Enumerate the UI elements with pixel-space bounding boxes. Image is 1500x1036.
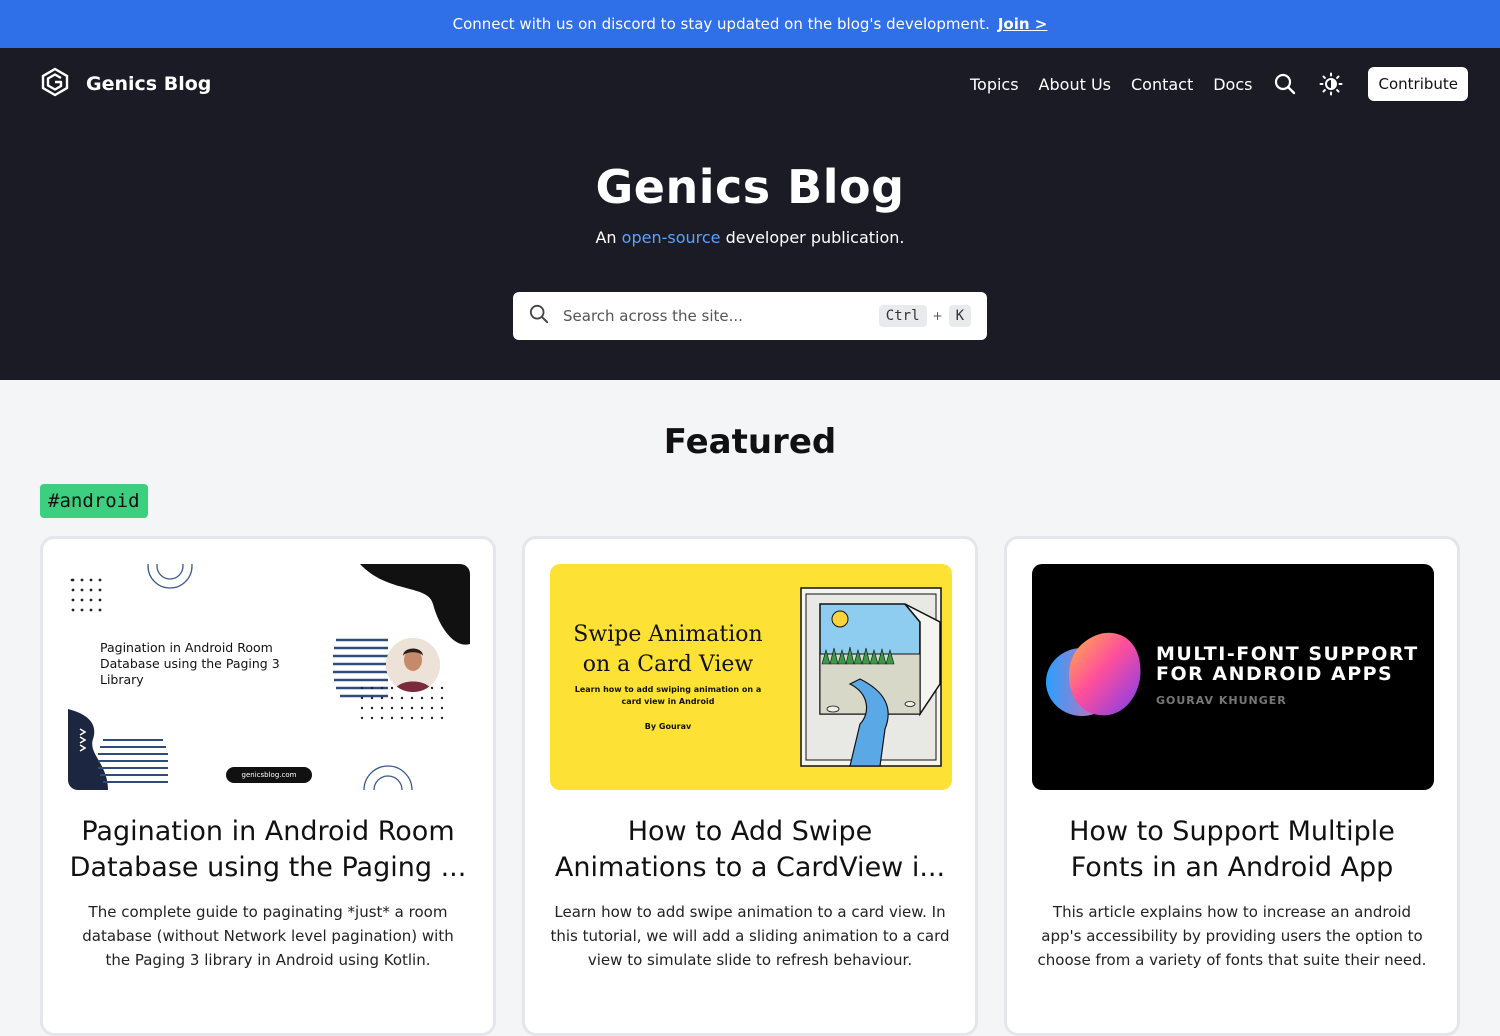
thumbnail-author: GOURAV KHUNGER [1156, 694, 1287, 707]
hero-section: Genics Blog Topics About Us Contact Docs [0, 48, 1500, 380]
subtitle-suffix: developer publication. [725, 228, 905, 247]
thumbnail-text: Pagination in Android Room Database usin… [100, 640, 280, 687]
shortcut-plus: + [932, 309, 943, 323]
article-card[interactable]: MULTI-FONT SUPPORT FOR ANDROID APPS GOUR… [1004, 536, 1460, 1036]
article-card[interactable]: Swipe Animation on a Card View Learn how… [522, 536, 978, 1036]
nav-link-docs[interactable]: Docs [1213, 75, 1252, 94]
hero-title: Genics Blog [595, 160, 905, 214]
sun-icon[interactable] [1318, 71, 1344, 97]
article-description: The complete guide to paginating *just* … [82, 903, 454, 969]
nav-links: Topics About Us Contact Docs Contribute [970, 67, 1468, 101]
article-thumbnail[interactable]: Swipe Animation on a Card View Learn how… [550, 564, 952, 790]
article-description: This article explains how to increase an… [1037, 903, 1427, 969]
featured-cards: Pagination in Android Room Database usin… [40, 536, 1460, 1036]
thumbnail-url: genicsblog.com [226, 767, 312, 783]
announcement-text: Connect with us on discord to stay updat… [452, 15, 990, 33]
featured-heading: Featured [663, 422, 837, 462]
tag-android[interactable]: #android [40, 484, 148, 518]
thumbnail-heading: MULTI-FONT SUPPORT FOR ANDROID APPS [1156, 643, 1419, 685]
author-avatar [386, 638, 440, 692]
announcement-bar: Connect with us on discord to stay updat… [0, 0, 1500, 48]
shortcut-key-ctrl: Ctrl [878, 305, 927, 327]
article-title[interactable]: How to Support Multiple Fonts in an Andr… [1032, 814, 1432, 886]
article-description: Learn how to add swipe animation to a ca… [550, 903, 950, 969]
top-nav: Genics Blog Topics About Us Contact Docs [0, 48, 1500, 120]
nav-link-contact[interactable]: Contact [1131, 75, 1193, 94]
article-title[interactable]: Pagination in Android Room Database usin… [68, 814, 468, 886]
landscape-illustration [800, 587, 942, 767]
nav-link-about[interactable]: About Us [1039, 75, 1111, 94]
subtitle-prefix: An [595, 228, 617, 247]
brand-link[interactable]: Genics Blog [40, 67, 211, 101]
article-title[interactable]: How to Add Swipe Animations to a CardVie… [550, 814, 950, 886]
contribute-button[interactable]: Contribute [1368, 67, 1468, 101]
brand-name: Genics Blog [86, 73, 212, 95]
article-thumbnail[interactable]: Pagination in Android Room Database usin… [68, 564, 470, 790]
genics-logo-icon [40, 67, 70, 101]
article-thumbnail[interactable]: MULTI-FONT SUPPORT FOR ANDROID APPS GOUR… [1032, 564, 1434, 790]
nav-link-topics[interactable]: Topics [970, 75, 1019, 94]
search-icon[interactable] [1272, 71, 1298, 97]
search-icon [529, 304, 549, 328]
article-card[interactable]: Pagination in Android Room Database usin… [40, 536, 496, 1036]
search-input[interactable] [563, 307, 879, 325]
hero-subtitle: An open-source developer publication. [0, 228, 1500, 247]
site-search[interactable]: Ctrl + K [513, 292, 987, 340]
shortcut-key-k: K [948, 305, 971, 327]
discord-join-link[interactable]: Join > [998, 15, 1048, 33]
open-source-link[interactable]: open-source [622, 228, 721, 247]
